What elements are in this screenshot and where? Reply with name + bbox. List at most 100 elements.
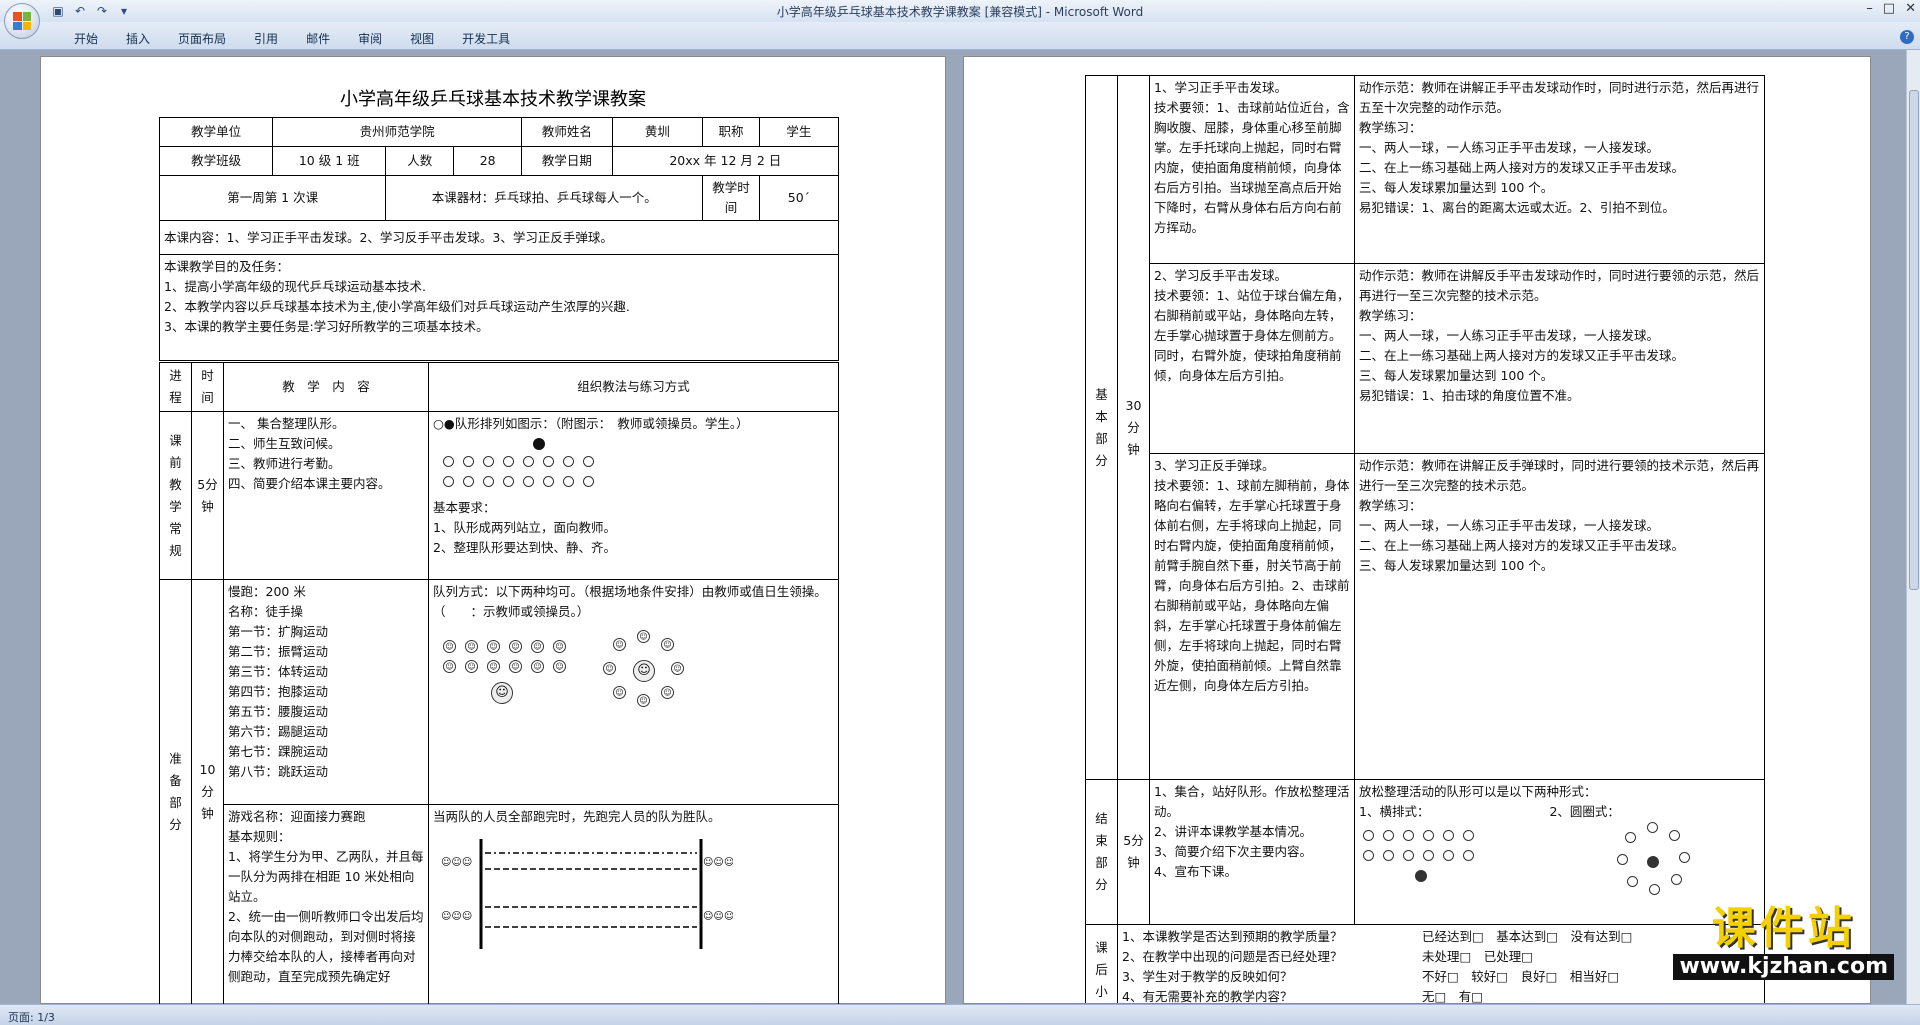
save-icon[interactable]: ▣ — [50, 3, 66, 19]
method-line: 一、两人一球，一人练习正手平击发球，一人接发球。 — [1359, 518, 1660, 533]
time-cell: 10分钟 — [191, 579, 224, 1004]
goal-line: 3、本课的教学主要任务是:学习好所教学的三项基本技术。 — [164, 319, 489, 334]
vertical-scrollbar[interactable] — [1906, 50, 1920, 1004]
date-label: 教学日期 — [521, 146, 613, 176]
method-line: 1、队形成两列站立，面向教师。 — [433, 520, 616, 535]
tab-home[interactable]: 开始 — [60, 30, 112, 47]
stage-cell: 结束部分 — [1085, 779, 1118, 925]
student-circle — [523, 456, 534, 467]
student-circle — [563, 456, 574, 467]
unit-value: 贵州师范学院 — [272, 117, 523, 147]
method-cell: 动作示范：教师在讲解正手平击发球动作时，同时进行示范，然后再进行五至十次完整的动… — [1354, 75, 1765, 264]
content-line: 第一节：扩胸运动 — [228, 624, 329, 639]
svg-text:☺☺☺: ☺☺☺ — [703, 911, 733, 922]
reflection-cell: 1、本课教学是否达到预期的教学质量？ 2、在教学中出现的问题是否已经处理？ 3、… — [1117, 924, 1765, 1004]
svg-text:☺☺☺: ☺☺☺ — [703, 857, 733, 868]
smiley-icon: ☺ — [443, 640, 456, 653]
method-line: 一、两人一球，一人练习正手平击发球，一人接发球。 — [1359, 140, 1660, 155]
tab-developer[interactable]: 开发工具 — [448, 30, 524, 47]
page-2: 基本部分 30分钟 1、学习正手平击发球。 技术要领：1、击球前站位近台，含胸收… — [963, 56, 1871, 1004]
content-line: 第二节：振臂运动 — [228, 644, 329, 659]
smiley-icon: ☺ — [487, 640, 500, 653]
tab-review[interactable]: 审阅 — [344, 30, 396, 47]
content-cell: 2、学习反手平击发球。 技术要领：1、站位于球台偏左角，右脚稍前或平站，身体略向… — [1149, 263, 1355, 454]
maximize-icon[interactable]: □ — [1883, 1, 1895, 16]
scrollbar-thumb[interactable] — [1909, 90, 1919, 590]
smiley-icon: ☺ — [671, 662, 684, 675]
smiley-icon: ☺ — [661, 686, 674, 699]
student-circle — [463, 476, 474, 487]
content-line: 一、 集合整理队形。 — [228, 416, 345, 431]
time-cell: 5分钟 — [191, 411, 224, 580]
reflection-question: 1、本课教学是否达到预期的教学质量？ — [1122, 929, 1343, 944]
reflection-question: 4、有无需要补充的教学内容？ — [1122, 989, 1293, 1004]
smiley-icon: ☺ — [603, 662, 616, 675]
method-line: 动作示范：教师在讲解正手平击发球动作时，同时进行示范，然后再进行五至十次完整的动… — [1359, 80, 1760, 115]
leader-smiley-icon: ☺ — [633, 660, 655, 682]
method-line: 教学练习： — [1359, 308, 1422, 323]
content-line: 技术要领：1、站位于球台偏左角，右脚稍前或平站，身体略向左转，左手掌心抛球置于身… — [1154, 288, 1350, 383]
method-line: 三、每人发球累加量达到 100 个。 — [1359, 368, 1554, 383]
content-line: 四、简要介绍本课主要内容。 — [228, 476, 391, 491]
office-button[interactable] — [4, 3, 40, 39]
window-title: 小学高年级乒乓球基本技术教学课教案 [兼容模式] - Microsoft Wor… — [776, 5, 1144, 19]
cooldown-diagram — [1359, 822, 1760, 902]
method-line: 基本要求： — [433, 500, 496, 515]
student-circle — [503, 476, 514, 487]
student-circle — [483, 456, 494, 467]
page-indicator[interactable]: 页面: 1/3 — [8, 1009, 55, 1025]
col-method: 组织教法与练习方式 — [428, 362, 839, 412]
col-stage: 进程 — [159, 362, 192, 412]
student-circle — [1671, 874, 1682, 885]
reflection-answer: 已经达到□ 基本达到□ 没有达到□ — [1422, 929, 1633, 944]
method-line: 队列方式：以下两种均可。（根据场地条件安排）由教师或值日生领操。（ ：示教师或领… — [433, 584, 827, 619]
student-circle — [1679, 852, 1690, 863]
method-line: 一、两人一球，一人练习正手平击发球，一人接发球。 — [1359, 328, 1660, 343]
content-line: 第七节：踝腕运动 — [228, 744, 329, 759]
teacher-value: 黄圳 — [611, 117, 704, 147]
office-logo-icon — [13, 12, 31, 30]
smiley-icon: ☺ — [509, 640, 522, 653]
lesson-content: 本课内容：1、学习正手平击发球。2、学习反手平击发球。3、学习正反手弹球。 — [159, 220, 839, 255]
student-circle — [503, 456, 514, 467]
student-circle — [1403, 850, 1414, 861]
page-1: 小学高年级乒乓球基本技术教学课教案 教学单位 贵州师范学院 教师姓名 黄圳 职称… — [40, 56, 946, 1004]
tab-page-layout[interactable]: 页面布局 — [164, 30, 240, 47]
stage-cell: 准备部分 — [159, 579, 192, 1004]
student-circle — [483, 476, 494, 487]
warmup-diagram: ☺ ☺ ☺ ☺ ☺ ☺ ☺ ☺ ☺ ☺ ☺ ☺ ☺ ☺ ☺ ☺ ☺ ☺ ☺ ☺ ☺ ☺ — [433, 630, 834, 750]
student-circle — [1383, 850, 1394, 861]
method-line: ○●队形排列如图示：（附图示： 教师或领操员。学生。） — [433, 416, 749, 431]
content-line: 基本规则： — [228, 829, 291, 844]
student-circle — [463, 456, 474, 467]
student-circle — [583, 456, 594, 467]
tab-references[interactable]: 引用 — [240, 30, 292, 47]
minimize-icon[interactable]: – — [1866, 1, 1873, 16]
smiley-icon: ☺ — [531, 660, 544, 673]
formation-label: 2、圆圈式： — [1549, 804, 1620, 819]
quick-access-toolbar: ▣ ↶ ↷ ▾ — [50, 3, 132, 19]
status-bar: 页面: 1/3 — [0, 1004, 1920, 1025]
redo-icon[interactable]: ↷ — [94, 3, 110, 19]
svg-text:☺☺☺: ☺☺☺ — [441, 911, 472, 922]
tab-insert[interactable]: 插入 — [112, 30, 164, 47]
content-line: 三、教师进行考勤。 — [228, 456, 341, 471]
reflection-answer: 未处理□ 已处理□ — [1422, 949, 1534, 964]
content-line: 2、统一由一侧听教师口令出发后均向本队的对侧跑动，到对侧时将接力棒交给本队的人，… — [228, 909, 424, 984]
student-circle — [1463, 830, 1474, 841]
tab-mailings[interactable]: 邮件 — [292, 30, 344, 47]
time-value: 50ˊ — [758, 175, 840, 221]
title-bar: 小学高年级乒乓球基本技术教学课教案 [兼容模式] - Microsoft Wor… — [0, 0, 1920, 22]
method-cell: 放松整理活动的队形可以是以下两种形式： 1、横排式： 2、圆圈式： — [1354, 779, 1765, 925]
help-icon[interactable]: ? — [1900, 30, 1914, 44]
smiley-icon: ☺ — [487, 660, 500, 673]
method-line: 三、每人发球累加量达到 100 个。 — [1359, 180, 1554, 195]
method-cell: ○●队形排列如图示：（附图示： 教师或领操员。学生。） 基本要求： 1、队形成两… — [428, 411, 839, 580]
content-cell: 1、学习正手平击发球。 技术要领：1、击球前站位近台，含胸收腹、屈膝，身体重心移… — [1149, 75, 1355, 264]
student-circle — [1363, 830, 1374, 841]
undo-icon[interactable]: ↶ — [72, 3, 88, 19]
close-icon[interactable]: ✕ — [1905, 1, 1916, 16]
customize-qat-icon[interactable]: ▾ — [116, 3, 132, 19]
tab-view[interactable]: 视图 — [396, 30, 448, 47]
method-line: 二、在上一练习基础上两人接对方的发球又正手平击发球。 — [1359, 160, 1685, 175]
